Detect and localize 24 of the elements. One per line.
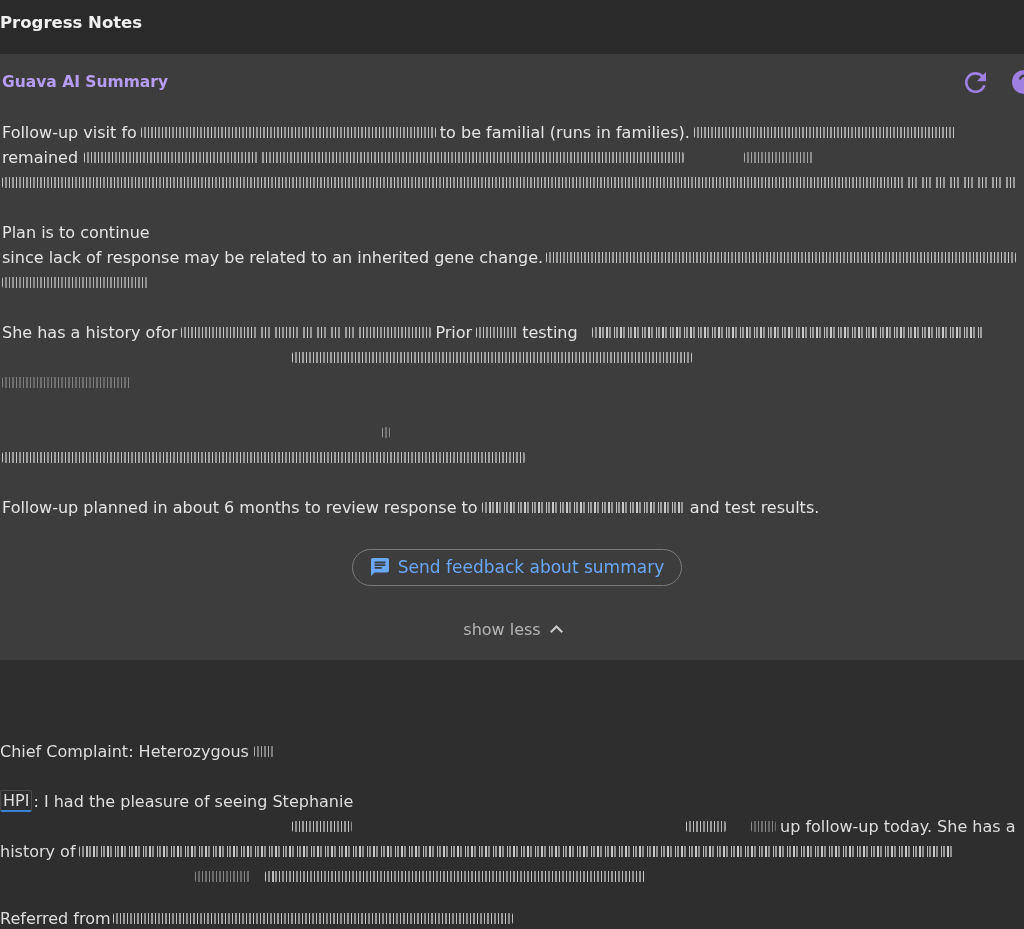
refresh-icon[interactable] — [965, 71, 986, 93]
show-less-button[interactable]: show less — [463, 617, 563, 641]
note-link[interactable]: HPI — [0, 790, 33, 812]
summary-text: Follow-up planned in about 6 months to review response to — [2, 497, 478, 517]
help-icon[interactable] — [1012, 70, 1024, 94]
summary-text: Prior — [435, 322, 473, 342]
summary-text: since lack of response may be related to an inherited gene change. — [2, 247, 544, 267]
chat-icon — [370, 558, 389, 576]
note-text: : I had the pleasure of seeing Stephanie — [33, 791, 354, 811]
redacted-text — [382, 426, 390, 438]
summary-text: remained — [2, 147, 79, 167]
summary-text: testing — [522, 322, 578, 342]
summary-text: and test results. — [689, 497, 820, 517]
chevron-up-icon — [549, 625, 563, 633]
note-text: up follow-up today. She has a — [780, 816, 1016, 836]
page-title: Progress Notes — [0, 13, 143, 33]
summary-text: Plan is to continue — [2, 222, 150, 242]
summary-text: Follow-up visit fo — [2, 122, 137, 142]
summary-text: to be familial (runs in families). — [439, 122, 690, 142]
summary-text: She has a history ofor — [2, 322, 178, 342]
note-text: history of — [0, 841, 76, 861]
note-text: Referred from — [0, 908, 111, 928]
summary-title: Guava AI Summary — [2, 72, 169, 93]
note-text: Chief Complaint: Heterozygous — [0, 741, 249, 761]
